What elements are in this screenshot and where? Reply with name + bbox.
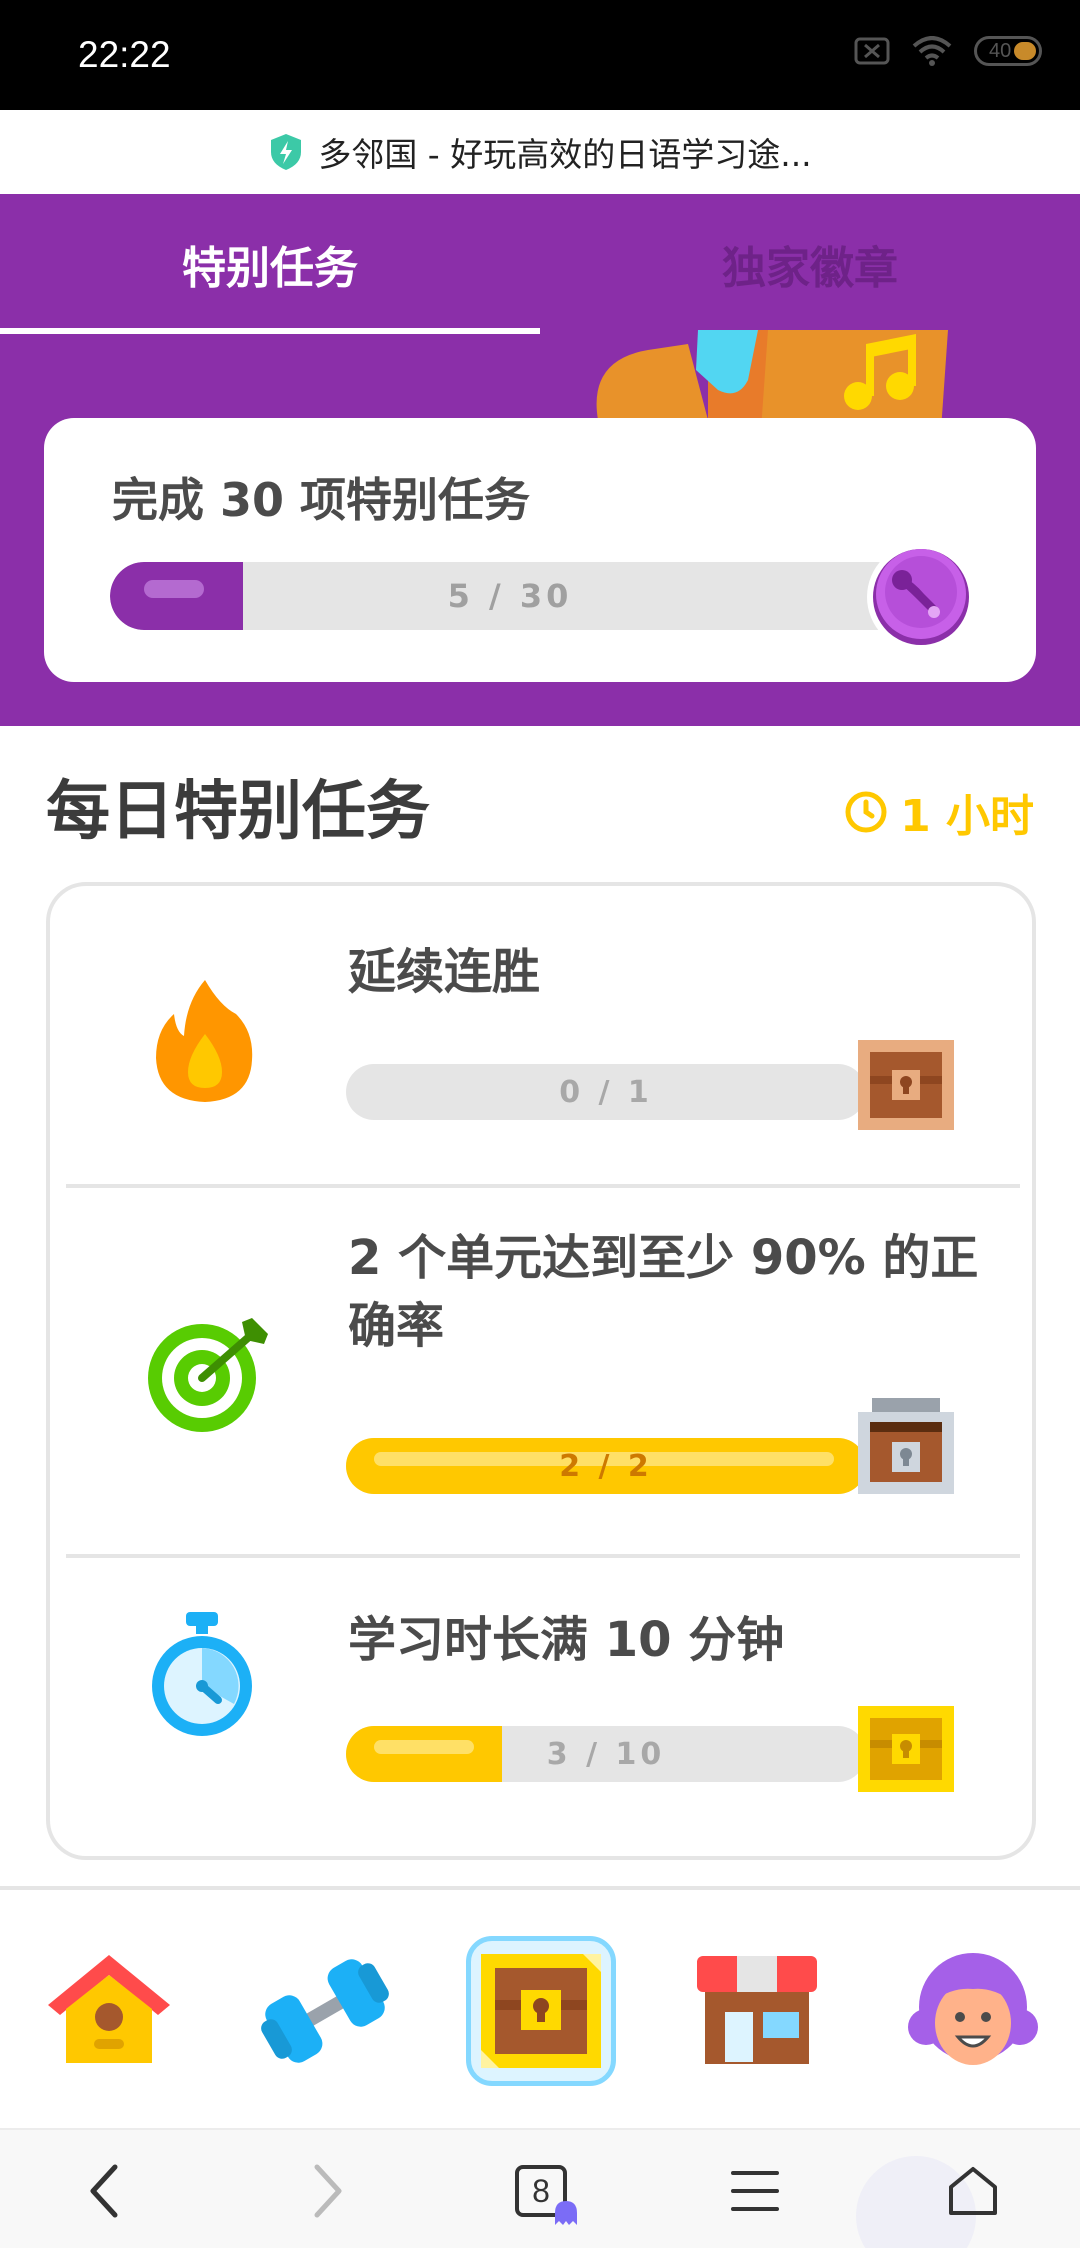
trumpet-badge-icon <box>867 543 975 651</box>
chest-silver-open-icon <box>858 1398 954 1494</box>
chest-bronze-icon <box>858 1040 954 1130</box>
tabs-button[interactable]: 8 <box>496 2146 586 2236</box>
nav-profile[interactable] <box>898 1936 1048 2086</box>
page-title: 多邻国 - 好玩高效的日语学习途... <box>318 135 812 174</box>
quest-title: 学习时长满 10 分钟 <box>348 1612 785 1668</box>
status-time: 22:22 <box>78 34 171 75</box>
browser-toolbar: 8 <box>0 2128 1080 2248</box>
quest-item[interactable]: 学习时长满 10 分钟 3 / 10 <box>50 1558 1032 1858</box>
avatar-icon <box>908 1953 1038 2065</box>
daily-quests-title: 每日特别任务 <box>46 775 430 849</box>
daily-quests-card: 延续连胜 0 / 1 2 个单元达到至少 90% 的正确率 2 / 2 学习时长… <box>46 882 1036 1860</box>
status-icons: 40 <box>854 36 1042 66</box>
battery-level: 40 <box>989 40 1012 62</box>
sim-icon <box>854 37 890 65</box>
quest-item[interactable]: 延续连胜 0 / 1 <box>50 886 1032 1186</box>
tab-exclusive-badges[interactable]: 独家徽章 <box>540 194 1080 334</box>
menu-button[interactable] <box>710 2146 800 2236</box>
forward-button[interactable] <box>282 2146 372 2236</box>
nav-practice[interactable] <box>250 1936 400 2086</box>
quest-progress-bar: 3 / 10 <box>346 1726 866 1782</box>
chest-gold-icon <box>858 1706 954 1792</box>
tab-special-quests[interactable]: 特别任务 <box>0 194 540 334</box>
menu-icon <box>731 2171 779 2211</box>
nav-shop[interactable] <box>682 1936 832 2086</box>
stopwatch-icon <box>152 1612 252 1736</box>
dumbbell-icon <box>261 1959 389 2063</box>
monthly-challenge-card[interactable]: 完成 30 项特别任务 5 / 30 <box>44 418 1036 682</box>
time-remaining-text: 1 小时 <box>900 791 1034 842</box>
tabs-count-icon: 8 <box>515 2165 577 2225</box>
status-bar: 22:22 40 <box>0 0 1080 110</box>
quest-item[interactable]: 2 个单元达到至少 90% 的正确率 2 / 2 <box>50 1188 1032 1556</box>
monthly-challenge-title: 完成 30 项特别任务 <box>112 473 531 527</box>
browser-title-bar[interactable]: 多邻国 - 好玩高效的日语学习途... <box>0 110 1080 194</box>
nav-quests[interactable] <box>466 1936 616 2086</box>
quest-progress-bar: 0 / 1 <box>346 1064 866 1120</box>
ghost-icon <box>555 2201 577 2225</box>
target-icon <box>148 1318 268 1432</box>
back-button[interactable] <box>60 2146 150 2236</box>
hero-illustration <box>596 330 948 420</box>
bottom-nav <box>0 1886 1080 2126</box>
monthly-progress-bar: 5 / 30 <box>110 562 910 630</box>
chevron-right-icon <box>314 2164 342 2218</box>
time-remaining: 1 小时 <box>844 780 1034 844</box>
home-button[interactable] <box>928 2146 1018 2236</box>
quest-title: 延续连胜 <box>348 944 541 1000</box>
home-icon <box>48 1955 170 2063</box>
quest-progress-text: 0 / 1 <box>559 1074 653 1110</box>
chevron-left-icon <box>90 2164 118 2218</box>
hero-section: 特别任务 独家徽章 完成 30 项特别任务 5 / 30 <box>0 194 1080 726</box>
wifi-icon <box>912 36 952 66</box>
tab-count: 8 <box>532 2172 550 2209</box>
quest-title: 2 个单元达到至少 90% 的正确率 <box>348 1230 979 1354</box>
clock-icon <box>845 791 887 833</box>
shop-icon <box>697 1956 817 2064</box>
browser-home-icon <box>949 2167 997 2215</box>
active-tab-underline <box>0 328 540 334</box>
battery-icon: 40 <box>974 36 1042 66</box>
tab-bar: 特别任务 独家徽章 <box>0 194 1080 334</box>
monthly-progress-text: 5 / 30 <box>447 577 573 615</box>
quest-progress-text: 2 / 2 <box>559 1448 653 1484</box>
chest-nav-icon <box>481 1954 601 2068</box>
quest-progress-text: 3 / 10 <box>546 1736 666 1772</box>
shield-icon <box>271 134 302 170</box>
nav-home[interactable] <box>34 1936 184 2086</box>
quest-progress-bar: 2 / 2 <box>346 1438 866 1494</box>
flame-icon <box>156 980 253 1102</box>
